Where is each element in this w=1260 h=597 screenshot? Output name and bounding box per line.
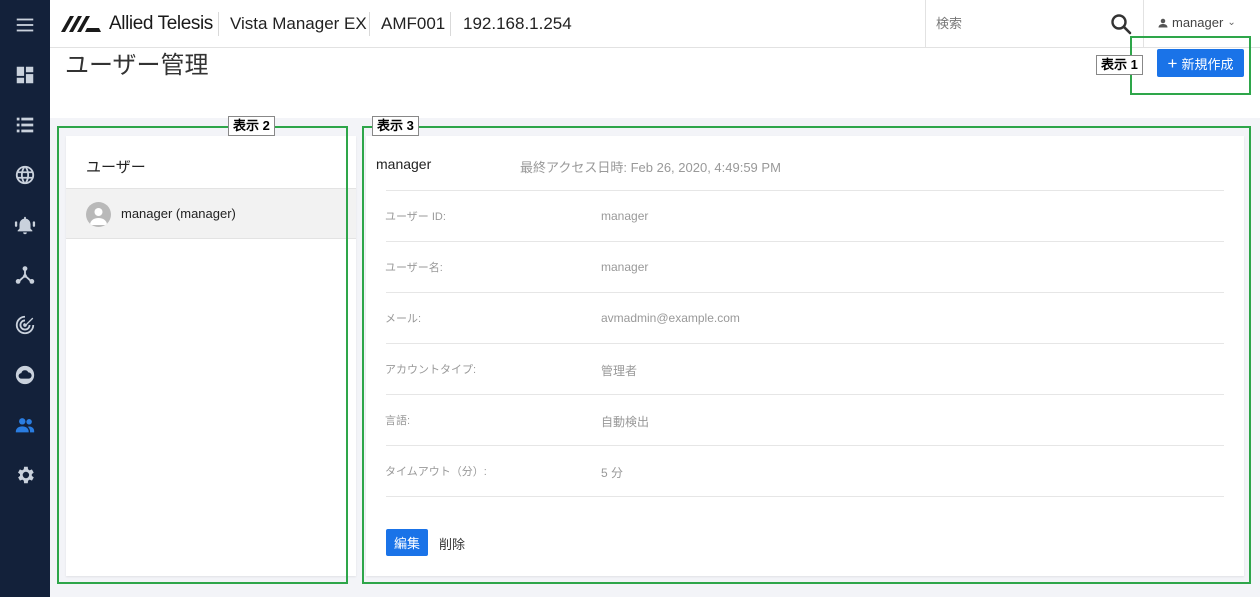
menu-icon[interactable]	[0, 0, 50, 50]
device-ip: 192.168.1.254	[463, 14, 572, 33]
dashboard-icon[interactable]	[0, 50, 50, 100]
gear-icon[interactable]	[0, 450, 50, 500]
search-input[interactable]	[936, 12, 1106, 34]
annotation-label-2: 表示 2	[228, 116, 275, 136]
annotation-box-1	[1130, 36, 1251, 95]
divider	[369, 12, 370, 36]
search-box	[925, 0, 1144, 48]
product-name: Vista Manager EX	[230, 14, 367, 33]
annotation-label-3: 表示 3	[372, 116, 419, 136]
top-bar: Allied Telesis Vista Manager EX AMF001 1…	[50, 0, 1260, 48]
annotation-label-1: 表示 1	[1096, 55, 1143, 75]
network-topology-icon[interactable]	[0, 250, 50, 300]
person-icon	[1158, 18, 1168, 27]
user-menu[interactable]: manager ⌄	[1157, 15, 1236, 30]
alarm-bell-icon[interactable]	[0, 200, 50, 250]
divider	[450, 12, 451, 36]
search-icon[interactable]	[1109, 12, 1133, 36]
annotation-box-3	[362, 126, 1251, 584]
brand-logo[interactable]: Allied Telesis	[61, 13, 213, 35]
sidebar	[0, 0, 50, 597]
device-name: AMF001	[381, 14, 446, 33]
radar-icon[interactable]	[0, 300, 50, 350]
brand-logo-mark-icon	[61, 16, 101, 32]
annotation-box-2	[57, 126, 348, 584]
chevron-down-icon: ⌄	[1227, 17, 1236, 28]
divider	[218, 12, 219, 36]
globe-icon[interactable]	[0, 150, 50, 200]
users-icon[interactable]	[0, 400, 50, 450]
cloud-icon[interactable]	[0, 350, 50, 400]
page-title: ユーザー管理	[65, 52, 209, 79]
user-menu-label: manager	[1172, 15, 1224, 30]
brand-name: Allied Telesis	[109, 13, 213, 34]
list-icon[interactable]	[0, 100, 50, 150]
